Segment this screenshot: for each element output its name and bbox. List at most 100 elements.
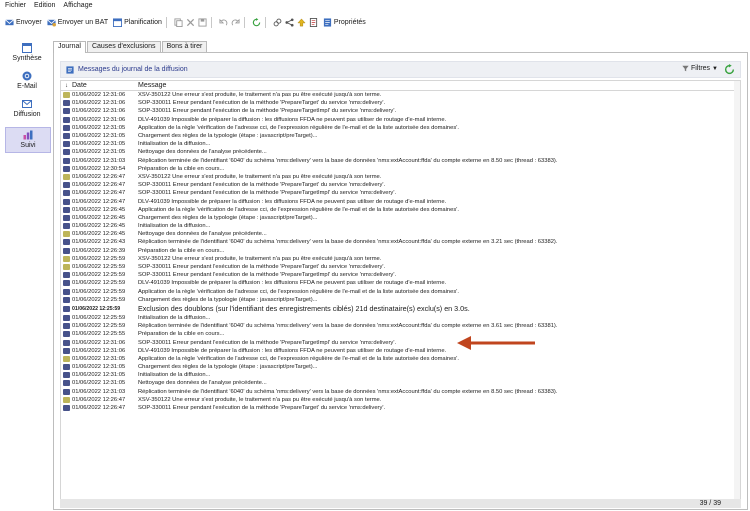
log-row[interactable]: 01/06/2022 12:25:55 Préparation de la cib…	[61, 330, 740, 338]
log-row[interactable]: 01/06/2022 12:26:43 Réplication terminée …	[61, 238, 740, 246]
log-row[interactable]: 01/06/2022 12:26:45 Chargement des règles…	[61, 214, 740, 222]
column-message[interactable]: Message	[138, 81, 166, 90]
log-row[interactable]: 01/06/2022 12:25:59 Chargement des règles…	[61, 296, 740, 304]
nav-tracking[interactable]: Suivi	[5, 127, 51, 153]
log-message: Application de la règle 'vérification de…	[138, 206, 459, 213]
log-message: Initialisation de la diffusion...	[138, 314, 211, 321]
warning-icon	[63, 355, 70, 362]
info-icon	[63, 323, 70, 330]
log-date: 01/06/2022 12:26:47	[72, 190, 126, 197]
refresh-list-icon[interactable]	[724, 64, 735, 75]
delete-icon[interactable]	[186, 18, 195, 27]
log-row[interactable]: 01/06/2022 12:26:47 SOP-330011 Erreur pen…	[61, 404, 740, 412]
log-row[interactable]: 01/06/2022 12:25:59 SOP-330011 Erreur pen…	[61, 263, 740, 271]
log-row[interactable]: 01/06/2022 12:26:47 DLV-491039 Impossible…	[61, 197, 740, 205]
log-row[interactable]: 01/06/2022 12:25:59 XSV-350122 Une erreur…	[61, 255, 740, 263]
log-row[interactable]: 01/06/2022 12:25:59 DLV-491039 Impossible…	[61, 279, 740, 287]
menu-view[interactable]: Affichage	[59, 0, 96, 12]
log-row[interactable]: 01/06/2022 12:25:59 Application de la règ…	[61, 288, 740, 296]
tab-proofs[interactable]: Bons à tirer	[161, 41, 208, 52]
log-row[interactable]: 01/06/2022 12:26:45 Application de la règ…	[61, 206, 740, 214]
log-message: DLV-491039 Impossible de préparer la dif…	[138, 347, 447, 354]
log-row[interactable]: 01/06/2022 12:26:47 XSV-350122 Une erreur…	[61, 396, 740, 404]
info-icon	[63, 165, 70, 172]
log-row[interactable]: 01/06/2022 12:31:06 DLV-491039 Impossible…	[61, 116, 740, 124]
info-icon	[63, 214, 70, 221]
email-icon	[22, 71, 32, 81]
log-message: SOP-330011 Erreur pendant l'exécution de…	[138, 272, 397, 279]
left-nav: Synthèse E-Mail Diffusion Suivi	[0, 37, 51, 511]
undo-icon[interactable]	[219, 18, 228, 27]
log-row[interactable]: 01/06/2022 12:31:06 SOP-330011 Erreur pen…	[61, 99, 740, 107]
share-icon[interactable]	[285, 17, 294, 27]
log-row[interactable]: 01/06/2022 12:26:45 Initialisation de la …	[61, 222, 740, 230]
tab-exclusion-causes[interactable]: Causes d'exclusions	[86, 41, 161, 52]
toolbar-separator	[210, 16, 212, 28]
log-grid: ↓ Date Message 01/06/2022 12:31:06 XSV-35…	[60, 80, 741, 500]
send-button[interactable]: Envoyer	[5, 18, 42, 27]
log-row[interactable]: 01/06/2022 12:31:05 Chargement des règles…	[61, 132, 740, 140]
log-row[interactable]: 01/06/2022 12:31:06 SOP-330011 Erreur pen…	[61, 107, 740, 115]
log-row[interactable]: 01/06/2022 12:30:54 Préparation de la cib…	[61, 165, 740, 173]
vertical-scrollbar[interactable]	[734, 81, 740, 499]
info-icon	[63, 372, 70, 379]
refresh-icon[interactable]	[252, 17, 261, 27]
log-message: Chargement des règles de la typologie (é…	[138, 364, 318, 371]
info-icon	[63, 272, 70, 279]
save-icon[interactable]	[198, 17, 207, 27]
log-row[interactable]: 01/06/2022 12:26:47 SOP-330011 Erreur pen…	[61, 189, 740, 197]
copy-icon[interactable]	[174, 17, 183, 27]
info-icon	[63, 116, 70, 123]
info-icon	[63, 157, 70, 164]
send-bat-button[interactable]: Envoyer un BAT	[46, 18, 108, 27]
sort-icon[interactable]: ↓	[61, 83, 72, 89]
log-date: 01/06/2022 12:31:06	[72, 92, 126, 99]
log-date: 01/06/2022 12:31:05	[72, 124, 126, 131]
tab-journal[interactable]: Journal	[53, 41, 86, 53]
info-icon	[63, 133, 70, 140]
log-row[interactable]: 01/06/2022 12:31:03 Réplication terminée …	[61, 157, 740, 165]
nav-diffusion[interactable]: Diffusion	[5, 99, 49, 121]
info-icon	[63, 405, 70, 412]
log-row[interactable]: 01/06/2022 12:31:05 Application de la règ…	[61, 124, 740, 132]
log-row[interactable]: 01/06/2022 12:31:05 Initialisation de la …	[61, 371, 740, 379]
log-date: 01/06/2022 12:31:05	[72, 149, 126, 156]
link-icon[interactable]	[273, 18, 282, 27]
column-date[interactable]: Date	[72, 81, 138, 90]
log-row[interactable]: 01/06/2022 12:25:59 Initialisation de la …	[61, 314, 740, 322]
log-row[interactable]: 01/06/2022 12:31:05 Initialisation de la …	[61, 140, 740, 148]
log-row[interactable]: 01/06/2022 12:31:06 DLV-491039 Impossible…	[61, 347, 740, 355]
log-message: Réplication terminée de l'identifiant '6…	[138, 388, 558, 395]
log-row[interactable]: 01/06/2022 12:26:45 Nettoyage des données…	[61, 230, 740, 238]
log-date: 01/06/2022 12:31:05	[72, 355, 126, 362]
log-row[interactable]: 01/06/2022 12:31:05 Nettoyage des données…	[61, 148, 740, 156]
planning-button[interactable]: Planification	[113, 17, 162, 27]
upload-icon[interactable]	[297, 18, 306, 27]
log-date: 01/06/2022 12:31:03	[72, 388, 126, 395]
log-row[interactable]: 01/06/2022 12:31:05 Application de la règ…	[61, 355, 740, 363]
log-row-highlighted[interactable]: 01/06/2022 12:25:59 Exclusion des doublon…	[61, 304, 740, 314]
log-message: Exclusion des doublons (sur l'identifian…	[138, 304, 470, 313]
log-row[interactable]: 01/06/2022 12:31:03 Réplication terminée …	[61, 388, 740, 396]
calendar-icon	[113, 17, 123, 27]
menu-edit[interactable]: Edition	[30, 0, 59, 12]
log-row[interactable]: 01/06/2022 12:26:47 XSV-350122 Une erreur…	[61, 173, 740, 181]
log-row[interactable]: 01/06/2022 12:31:06 XSV-350122 Une erreur…	[61, 91, 740, 99]
filters-dropdown[interactable]: Filtres ▼	[682, 65, 718, 72]
nav-synthesis[interactable]: Synthèse	[5, 43, 49, 65]
log-row[interactable]: 01/06/2022 12:31:05 Nettoyage des données…	[61, 379, 740, 387]
log-row[interactable]: 01/06/2022 12:25:59 Réplication terminée …	[61, 322, 740, 330]
menu-file[interactable]: Fichier	[0, 0, 30, 12]
log-row[interactable]: 01/06/2022 12:26:39 Préparation de la cib…	[61, 247, 740, 255]
log-row[interactable]: 01/06/2022 12:25:59 SOP-330011 Erreur pen…	[61, 271, 740, 279]
log-message: DLV-491039 Impossible de préparer la dif…	[138, 280, 447, 287]
nav-email[interactable]: E-Mail	[5, 71, 49, 93]
log-row[interactable]: 01/06/2022 12:26:47 SOP-330011 Erreur pen…	[61, 181, 740, 189]
document-icon[interactable]	[309, 17, 318, 27]
log-date: 01/06/2022 12:25:59	[72, 272, 126, 279]
log-date: 01/06/2022 12:31:05	[72, 141, 126, 148]
properties-button[interactable]: Propriétés	[323, 17, 366, 27]
log-row[interactable]: 01/06/2022 12:31:05 Chargement des règles…	[61, 363, 740, 371]
log-row[interactable]: 01/06/2022 12:31:06 SOP-330011 Erreur pen…	[61, 338, 740, 346]
redo-icon[interactable]	[231, 18, 240, 27]
